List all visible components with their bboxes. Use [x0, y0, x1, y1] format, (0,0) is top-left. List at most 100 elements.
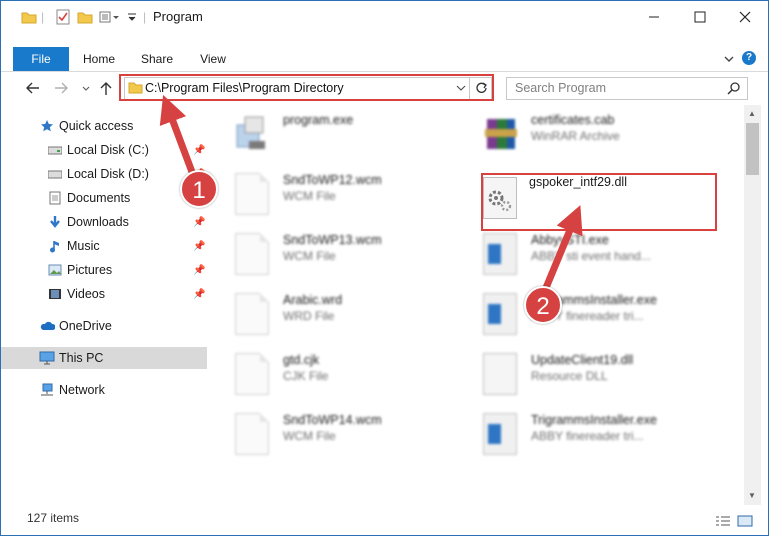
chevron-down-icon[interactable] [723, 53, 735, 68]
step-1-callout: 1 [180, 170, 218, 208]
file-name: UpdateClient19.dll [531, 353, 634, 367]
nav-network[interactable]: Network [1, 379, 207, 401]
details-view-icon[interactable] [715, 515, 731, 527]
nav-downloads[interactable]: Downloads 📌 [1, 211, 207, 233]
nav-label: Pictures [67, 263, 113, 277]
nav-local-disk-c[interactable]: Local Disk (C:) 📌 [1, 139, 207, 161]
exe-icon [235, 113, 269, 155]
nav-label: Local Disk (D:) [67, 167, 149, 181]
file-type: WRD File [283, 309, 335, 323]
nav-this-pc[interactable]: This PC [1, 347, 207, 369]
tab-share[interactable]: Share [133, 47, 181, 71]
navigation-pane: Quick access Local Disk (C:) 📌 Local Dis… [1, 107, 207, 501]
maximize-button[interactable] [677, 1, 723, 32]
list-item[interactable]: SndToWP14.wcm WCM File [235, 409, 455, 457]
new-folder-icon[interactable] [77, 9, 93, 25]
window-title: Program [153, 9, 203, 24]
nav-pictures[interactable]: Pictures 📌 [1, 259, 207, 281]
file-highlight-box [481, 173, 717, 231]
nav-documents[interactable]: Documents 📌 [1, 187, 207, 209]
address-highlight-box [119, 74, 494, 101]
nav-quick-access[interactable]: Quick access [1, 115, 207, 137]
separator: | [143, 10, 147, 24]
scrollbar-thumb[interactable] [746, 123, 759, 175]
list-item[interactable]: Arabic.wrd WRD File [235, 289, 455, 337]
up-arrow-icon[interactable] [99, 80, 113, 99]
list-item[interactable]: TrigrammsInstaller.exe ABBY finereader t… [483, 289, 723, 337]
file-name: SndToWP14.wcm [283, 413, 382, 427]
tab-view[interactable]: View [189, 47, 237, 71]
archive-icon [483, 113, 517, 155]
file-name: program.exe [283, 113, 354, 127]
status-bar: 127 items [1, 507, 768, 535]
large-icons-view-icon[interactable] [737, 515, 753, 527]
title-bar: | | Program [1, 1, 768, 32]
drive-icon [47, 142, 63, 158]
search-placeholder: Search Program [515, 81, 607, 95]
computer-icon [39, 350, 55, 366]
customize-icon[interactable] [99, 9, 121, 25]
scroll-up-icon[interactable]: ▲ [748, 109, 756, 118]
ribbon: File Home Share View ? [1, 47, 768, 72]
file-name: SndToWP13.wcm [283, 233, 382, 247]
file-type: WCM File [283, 249, 336, 263]
dll-icon [483, 353, 517, 395]
pin-icon: 📌 [193, 240, 206, 252]
file-name: certificates.cab [531, 113, 615, 127]
recent-locations-chevron-icon[interactable] [81, 83, 91, 97]
file-name: SndToWP12.wcm [283, 173, 382, 187]
item-count: 127 items [27, 511, 80, 525]
nav-local-disk-d[interactable]: Local Disk (D:) 📌 [1, 163, 207, 185]
nav-label: Local Disk (C:) [67, 143, 149, 157]
file-type: WCM File [283, 189, 336, 203]
minimize-button[interactable] [631, 1, 677, 32]
list-item[interactable]: UpdateClient19.dll Resource DLL [483, 349, 723, 397]
drive-icon [47, 166, 63, 182]
nav-label: OneDrive [59, 319, 112, 333]
quick-access-dropdown-icon[interactable] [127, 9, 137, 25]
exe-icon [483, 293, 517, 335]
pin-icon: 📌 [193, 288, 206, 300]
help-icon[interactable]: ? [742, 51, 756, 65]
vertical-scrollbar[interactable]: ▲ ▼ [744, 105, 761, 505]
list-item[interactable]: program.exe [235, 109, 455, 157]
list-item[interactable]: TrigrammsInstaller.exe ABBY finereader t… [483, 409, 723, 457]
list-item[interactable]: AbbyySTI.exe ABBY sti event hand... [483, 229, 723, 277]
list-item[interactable]: SndToWP12.wcm WCM File [235, 169, 455, 217]
back-arrow-icon[interactable] [25, 81, 41, 98]
list-item[interactable]: certificates.cab WinRAR Archive [483, 109, 723, 157]
nav-label: Quick access [59, 119, 134, 133]
explorer-window: | | Program File Home Share View ? C:\Pr… [0, 0, 769, 536]
file-name: Arabic.wrd [283, 293, 343, 307]
close-button[interactable] [722, 1, 768, 32]
file-type: ABBY sti event hand... [531, 249, 651, 263]
tab-file[interactable]: File [13, 47, 69, 71]
nav-label: This PC [59, 351, 104, 365]
pictures-icon [47, 262, 63, 278]
list-item[interactable]: gtd.cjk CJK File [235, 349, 455, 397]
folder-icon [21, 9, 37, 25]
star-icon [39, 118, 55, 134]
list-item[interactable]: SndToWP13.wcm WCM File [235, 229, 455, 277]
file-name: gtd.cjk [283, 353, 320, 367]
tab-home[interactable]: Home [75, 47, 123, 71]
nav-music[interactable]: Music 📌 [1, 235, 207, 257]
file-type: ABBY finereader tri... [531, 429, 644, 443]
nav-label: Downloads [67, 215, 129, 229]
nav-videos[interactable]: Videos 📌 [1, 283, 207, 305]
pin-icon: 📌 [193, 216, 206, 228]
pin-icon: 📌 [193, 144, 206, 156]
search-icon [727, 81, 741, 98]
document-icon [235, 293, 269, 335]
cloud-icon [39, 318, 55, 334]
forward-arrow-icon[interactable] [53, 81, 69, 98]
nav-label: Documents [67, 191, 131, 205]
file-type: CJK File [283, 369, 329, 383]
properties-icon[interactable] [56, 9, 70, 25]
nav-label: Music [67, 239, 100, 253]
scroll-down-icon[interactable]: ▼ [748, 491, 756, 500]
file-name: AbbyySTI.exe [531, 233, 609, 247]
file-type: WCM File [283, 429, 336, 443]
search-input[interactable]: Search Program [506, 77, 748, 100]
nav-onedrive[interactable]: OneDrive [1, 315, 207, 337]
